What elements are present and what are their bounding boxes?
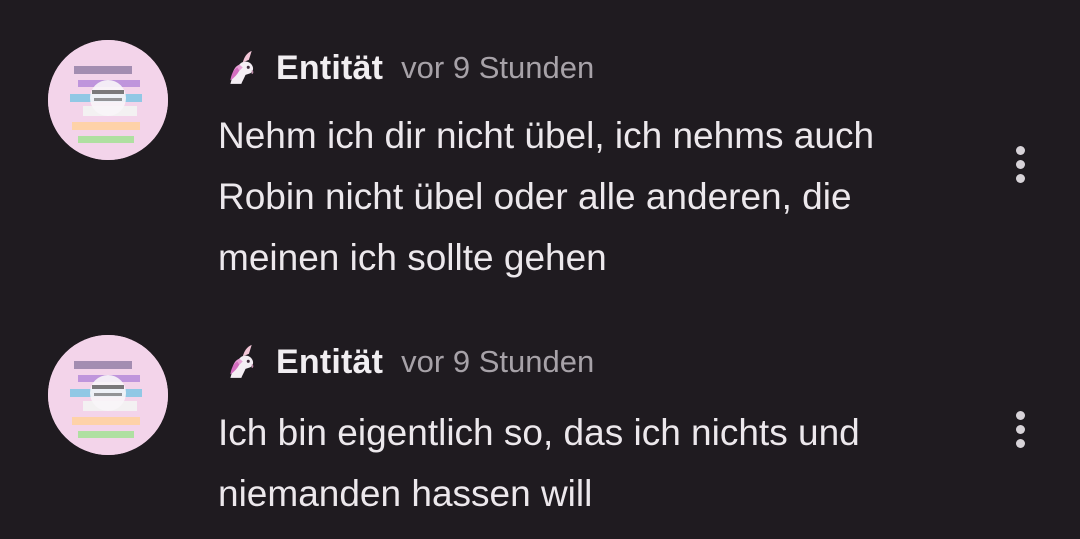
more-options-button[interactable]: [1000, 136, 1040, 192]
more-options-button[interactable]: [1000, 401, 1040, 457]
unicorn-icon: [230, 344, 254, 378]
unicorn-icon: [230, 50, 254, 84]
comment-text: Nehm ich dir nicht übel, ich nehms auch …: [218, 115, 875, 278]
comment-header: Entität vor 9 Stunden: [218, 43, 594, 93]
comment-text: Ich bin eigentlich so, das ich nichts un…: [218, 412, 860, 514]
timestamp: vor 9 Stunden: [401, 344, 595, 379]
more-vertical-icon: [1015, 145, 1025, 155]
comment-header: Entität vor 9 Stunden: [218, 337, 594, 387]
more-vertical-icon: [1015, 159, 1025, 169]
more-vertical-icon: [1015, 424, 1025, 434]
timestamp: vor 9 Stunden: [401, 50, 595, 85]
avatar[interactable]: [48, 40, 168, 160]
avatar-image: [48, 40, 168, 160]
avatar[interactable]: [48, 335, 168, 455]
more-vertical-icon: [1015, 173, 1025, 183]
comment-item: Entität vor 9 Stunden Ich bin eigentlich…: [0, 300, 1080, 539]
author-name[interactable]: Entität: [276, 343, 383, 382]
comment-item: Entität vor 9 Stunden Nehm ich dir nicht…: [0, 0, 1080, 300]
avatar-image: [48, 335, 168, 455]
more-vertical-icon: [1015, 410, 1025, 420]
more-vertical-icon: [1015, 438, 1025, 448]
author-name[interactable]: Entität: [276, 49, 383, 88]
